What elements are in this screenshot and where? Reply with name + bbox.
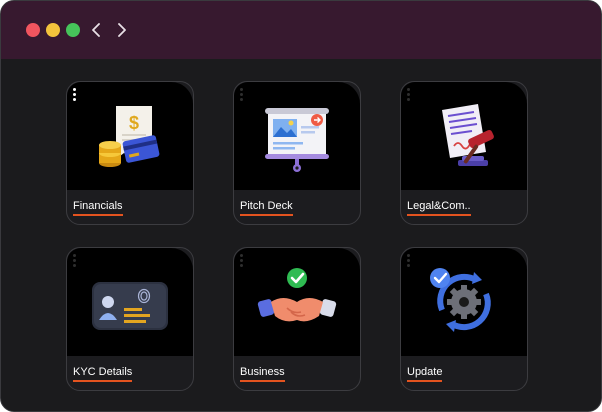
card-thumbnail bbox=[234, 82, 360, 190]
card-label[interactable]: Financials bbox=[73, 200, 123, 216]
card-thumbnail: $ bbox=[67, 82, 193, 190]
card-legal-compliance[interactable]: Legal&Com.. bbox=[400, 81, 528, 225]
kebab-menu-icon[interactable] bbox=[73, 88, 79, 104]
svg-text:$: $ bbox=[129, 113, 139, 133]
card-label[interactable]: Business bbox=[240, 366, 285, 382]
card-thumbnail bbox=[401, 82, 527, 190]
card-financials[interactable]: $ Financials bbox=[66, 81, 194, 225]
card-business[interactable]: Business bbox=[233, 247, 361, 391]
title-bar bbox=[1, 1, 601, 59]
kebab-menu-icon[interactable] bbox=[240, 88, 246, 104]
app-window: $ Financials Pitch Deck Legal&Com.. KYC … bbox=[0, 0, 602, 412]
chevron-right-icon[interactable] bbox=[112, 19, 132, 41]
kebab-menu-icon[interactable] bbox=[407, 88, 413, 104]
sync-gear-icon bbox=[430, 268, 491, 332]
money-receipt-icon: $ bbox=[99, 106, 160, 167]
card-label[interactable]: Legal&Com.. bbox=[407, 200, 471, 216]
chevron-left-icon[interactable] bbox=[86, 19, 106, 41]
handshake-icon bbox=[257, 268, 337, 322]
close-window-button[interactable] bbox=[26, 23, 40, 37]
card-label[interactable]: KYC Details bbox=[73, 366, 133, 382]
id-card-icon bbox=[92, 282, 168, 330]
kebab-menu-icon[interactable] bbox=[73, 254, 79, 270]
maximize-window-button[interactable] bbox=[66, 23, 80, 37]
presentation-board-icon bbox=[265, 108, 329, 172]
card-thumbnail bbox=[234, 248, 360, 356]
card-thumbnail bbox=[67, 248, 193, 356]
card-pitch-deck[interactable]: Pitch Deck bbox=[233, 81, 361, 225]
card-thumbnail bbox=[401, 248, 527, 356]
kebab-menu-icon[interactable] bbox=[407, 254, 413, 270]
card-update[interactable]: Update bbox=[400, 247, 528, 391]
card-label[interactable]: Update bbox=[407, 366, 443, 382]
card-kyc-details[interactable]: KYC Details bbox=[66, 247, 194, 391]
gavel-document-icon bbox=[442, 104, 494, 166]
card-label[interactable]: Pitch Deck bbox=[240, 200, 293, 216]
minimize-window-button[interactable] bbox=[46, 23, 60, 37]
kebab-menu-icon[interactable] bbox=[240, 254, 246, 270]
